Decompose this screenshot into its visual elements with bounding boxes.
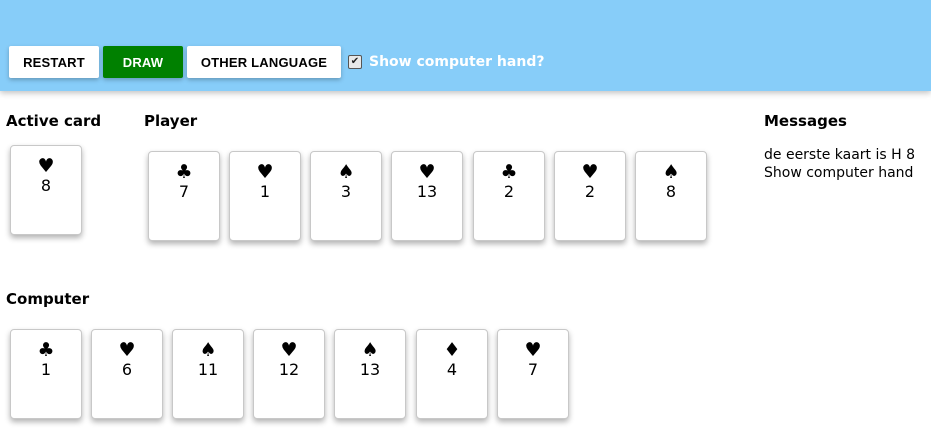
card-value: 13 <box>416 182 438 201</box>
player-card[interactable]: ♥ 13 <box>391 151 463 241</box>
card-suit-icon: ♠ <box>662 161 680 183</box>
card-value: 6 <box>121 360 133 379</box>
card-value: 8 <box>40 176 52 195</box>
card-value: 2 <box>584 182 596 201</box>
card-suit-icon: ♣ <box>37 339 55 361</box>
card-suit-icon: ♣ <box>500 161 518 183</box>
card-value: 12 <box>278 360 300 379</box>
player-card[interactable]: ♠ 3 <box>310 151 382 241</box>
toolbar: RESTART DRAW OTHER LANGUAGE ✔ Show compu… <box>9 46 544 78</box>
computer-card: ♠ 11 <box>172 329 244 419</box>
card-value: 4 <box>446 360 458 379</box>
computer-card: ♥ 12 <box>253 329 325 419</box>
card-suit-icon: ♠ <box>199 339 217 361</box>
card-suit-icon: ♥ <box>118 339 136 361</box>
other-language-button[interactable]: OTHER LANGUAGE <box>187 46 341 78</box>
card-suit-icon: ♥ <box>37 155 55 177</box>
message-line: de eerste kaart is H 8 <box>764 147 916 163</box>
card-suit-icon: ♠ <box>361 339 379 361</box>
active-card-heading: Active card <box>6 112 102 130</box>
messages-heading: Messages <box>764 112 847 130</box>
card-value: 11 <box>197 360 219 379</box>
card-suit-icon: ♥ <box>524 339 542 361</box>
computer-card: ♦ 4 <box>416 329 488 419</box>
player-heading: Player <box>144 112 198 130</box>
computer-card: ♠ 13 <box>334 329 406 419</box>
card-value: 7 <box>178 182 190 201</box>
messages-panel: de eerste kaart is H 8 Show computer han… <box>764 146 915 182</box>
show-computer-hand-toggle[interactable]: ✔ Show computer hand? <box>348 54 544 70</box>
top-bar: RESTART DRAW OTHER LANGUAGE ✔ Show compu… <box>0 0 931 91</box>
card-value: 3 <box>340 182 352 201</box>
draw-button[interactable]: DRAW <box>103 46 183 78</box>
player-card[interactable]: ♣ 7 <box>148 151 220 241</box>
card-suit-icon: ♣ <box>175 161 193 183</box>
player-card[interactable]: ♥ 2 <box>554 151 626 241</box>
message-line: Show computer hand <box>764 165 914 181</box>
show-computer-hand-checkbox[interactable]: ✔ <box>348 55 362 69</box>
card-suit-icon: ♦ <box>443 339 461 361</box>
computer-card: ♥ 6 <box>91 329 163 419</box>
computer-heading: Computer <box>6 290 90 308</box>
player-card[interactable]: ♥ 1 <box>229 151 301 241</box>
card-value: 13 <box>359 360 381 379</box>
card-suit-icon: ♥ <box>280 339 298 361</box>
card-suit-icon: ♠ <box>337 161 355 183</box>
restart-button[interactable]: RESTART <box>9 46 99 78</box>
computer-card: ♣ 1 <box>10 329 82 419</box>
card-value: 1 <box>40 360 52 379</box>
active-card: ♥ 8 <box>10 145 82 235</box>
computer-card: ♥ 7 <box>497 329 569 419</box>
card-suit-icon: ♥ <box>581 161 599 183</box>
card-value: 2 <box>503 182 515 201</box>
card-value: 8 <box>665 182 677 201</box>
card-value: 1 <box>259 182 271 201</box>
card-suit-icon: ♥ <box>256 161 274 183</box>
card-suit-icon: ♥ <box>418 161 436 183</box>
player-card[interactable]: ♠ 8 <box>635 151 707 241</box>
card-value: 7 <box>527 360 539 379</box>
player-card[interactable]: ♣ 2 <box>473 151 545 241</box>
show-computer-hand-label: Show computer hand? <box>369 54 545 70</box>
